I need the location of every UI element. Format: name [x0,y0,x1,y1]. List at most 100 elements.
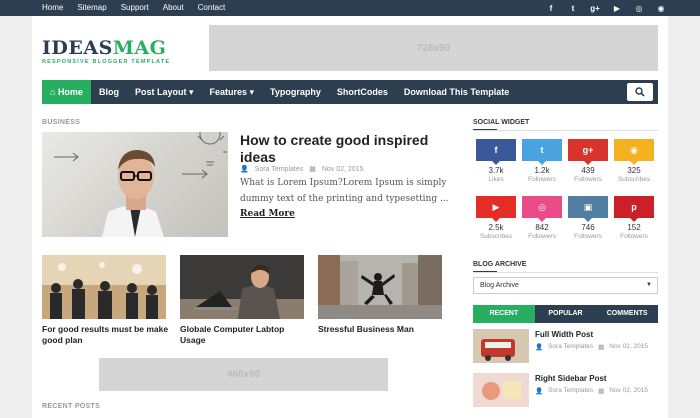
sidebar-post-title[interactable]: Right Sidebar Post [535,374,607,383]
social-count: 152 [627,223,641,232]
thumb-illustration-laptop-user [180,255,304,319]
facebook-icon[interactable]: f [546,4,556,13]
thumb-image-computer[interactable] [180,255,304,319]
top-link-about[interactable]: About [163,0,184,16]
dribbble-icon[interactable]: ◎ [634,4,644,13]
sidebar-post-image[interactable] [473,329,529,363]
youtube-icon[interactable]: ▶ [476,196,516,222]
sidebar-post-author[interactable]: Sora Templates [548,387,593,395]
social-tile-twitter[interactable]: t 1.2k Followers [522,139,562,183]
sidebar-post-date: Nov 02, 2015 [609,343,648,350]
home-icon: ⌂ [50,87,58,97]
blog-archive-value: Blog Archive [480,282,519,289]
google-plus-icon[interactable]: g+ [568,139,608,165]
top-social: f t g+ ▶ ◎ ◉ [546,0,666,16]
nav-item-home[interactable]: ⌂ Home [42,80,91,104]
google-plus-icon[interactable]: g+ [590,4,600,13]
facebook-icon[interactable]: f [476,139,516,165]
site-logo[interactable]: IDEASMAG RESPONSIVE BLOGGER TEMPLATE [42,38,170,65]
twitter-icon[interactable]: t [522,139,562,165]
sidebar-post-full-width[interactable]: Full Width Post 👤 Sora Templates ▦ Nov 0… [473,329,658,363]
featured-post-image[interactable] [42,132,228,237]
nav-item-typography[interactable]: Typography [262,80,329,104]
nav-item-blog[interactable]: Blog [91,80,127,104]
nav-item-post-layout[interactable]: Post Layout ▾ [127,80,202,104]
featured-post-title[interactable]: How to create good inspired ideas [240,132,455,166]
social-label: Followers [574,176,602,183]
social-count: 2.5k [488,223,504,232]
featured-illustration [54,132,227,237]
section-label-recent-posts: RECENT POSTS [42,403,101,410]
sidebar-post-meta: 👤 Sora Templates ▦ Nov 02, 2015 [535,387,648,395]
sidebar-post-author[interactable]: Sora Templates [548,343,593,351]
social-count: 439 [581,166,595,175]
social-tile-facebook[interactable]: f 3.7k Likes [476,139,516,183]
instagram-icon[interactable]: ◉ [656,4,666,13]
blog-archive-select[interactable]: Blog Archive ▼ [473,277,658,294]
nav-home-label: Home [57,87,83,97]
social-tile-youtube[interactable]: ▶ 2.5k Subscribes [476,196,516,240]
social-count: 325 [627,166,641,175]
featured-author[interactable]: Sora Templates [255,166,304,173]
social-tile-rss[interactable]: ◉ 325 Subscribes [614,139,654,183]
sidebar-post-meta: 👤 Sora Templates ▦ Nov 02, 2015 [535,343,648,351]
thumb-title-stress[interactable]: Stressful Business Man [318,324,448,335]
thumb-illustration-city-man [318,255,442,319]
social-label: Followers [620,233,648,240]
section-label-business: BUSINESS [42,119,81,126]
ad-banner-top[interactable]: 728x90 [209,25,658,71]
thumb-image-plan[interactable] [42,255,166,319]
read-more-link[interactable]: Read More [240,209,295,219]
tab-popular[interactable]: POPULAR [534,305,597,323]
thumb-title-computer[interactable]: Globale Computer Labtop Usage [180,324,310,346]
social-tile-google-plus[interactable]: g+ 439 Followers [568,139,608,183]
top-link-contact[interactable]: Contact [198,0,226,16]
social-label: Followers [528,233,556,240]
instagram-icon[interactable]: ▣ [568,196,608,222]
thumb-title-plan[interactable]: For good results must be make good plan [42,324,172,346]
nav-item-features[interactable]: Features ▾ [201,80,262,104]
dropdown-arrow-icon: ▼ [646,282,652,288]
rss-icon[interactable]: ◉ [614,139,654,165]
twitter-icon[interactable]: t [568,4,578,13]
nav-item-download[interactable]: Download This Template [396,80,517,104]
featured-post-meta: 👤 Sora Templates ▦ Nov 02, 2015 [240,165,364,174]
top-link-sitemap[interactable]: Sitemap [77,0,106,16]
logo-name-mag: MAG [112,37,167,59]
sidebar-post-title[interactable]: Full Width Post [535,330,593,339]
social-label: Subscribes [617,176,651,183]
thumb-illustration-business-team [42,255,166,319]
dribbble-icon[interactable]: ◎ [522,196,562,222]
sidebar-post-right-sidebar[interactable]: Right Sidebar Post 👤 Sora Templates ▦ No… [473,373,658,407]
main-nav: ⌂ Home Blog Post Layout ▾ Features ▾ Typ… [42,80,658,104]
search-button[interactable] [627,83,653,101]
top-link-home[interactable]: Home [42,0,63,16]
page-container: IDEASMAG RESPONSIVE BLOGGER TEMPLATE 728… [32,16,668,418]
search-icon [635,87,645,97]
logo-name-ideas: IDEAS [42,37,113,59]
featured-date: Nov 02, 2015 [321,165,364,173]
pastel-illustration [473,373,529,407]
tab-comments[interactable]: COMMENTS [596,305,659,323]
pinterest-icon[interactable]: p [614,196,654,222]
social-tile-dribbble[interactable]: ◎ 842 Followers [522,196,562,240]
widget-rule-social [473,130,658,131]
sidebar-post-date: Nov 02, 2015 [609,387,648,394]
thumb-image-stress[interactable] [318,255,442,319]
youtube-icon[interactable]: ▶ [612,4,622,13]
social-label: Likes [488,176,504,183]
bus-illustration [473,329,529,363]
featured-post-snippet: What is Lorem Ipsum?Lorem Ipsum is simpl… [240,176,450,223]
social-count: 1.2k [534,166,550,175]
sidebar-post-image[interactable] [473,373,529,407]
tab-recent[interactable]: RECENT [473,305,535,323]
social-label: Followers [574,233,602,240]
post-tabs: RECENT POPULAR COMMENTS [473,305,659,323]
top-link-support[interactable]: Support [121,0,149,16]
social-tile-instagram[interactable]: ▣ 746 Followers [568,196,608,240]
ad-banner-content[interactable]: 468x60 [99,358,388,391]
user-icon: 👤 [535,388,544,395]
social-tile-pinterest[interactable]: p 152 Followers [614,196,654,240]
nav-item-shortcodes[interactable]: ShortCodes [329,80,396,104]
featured-snippet-text: What is Lorem Ipsum?Lorem Ipsum is simpl… [240,178,449,204]
